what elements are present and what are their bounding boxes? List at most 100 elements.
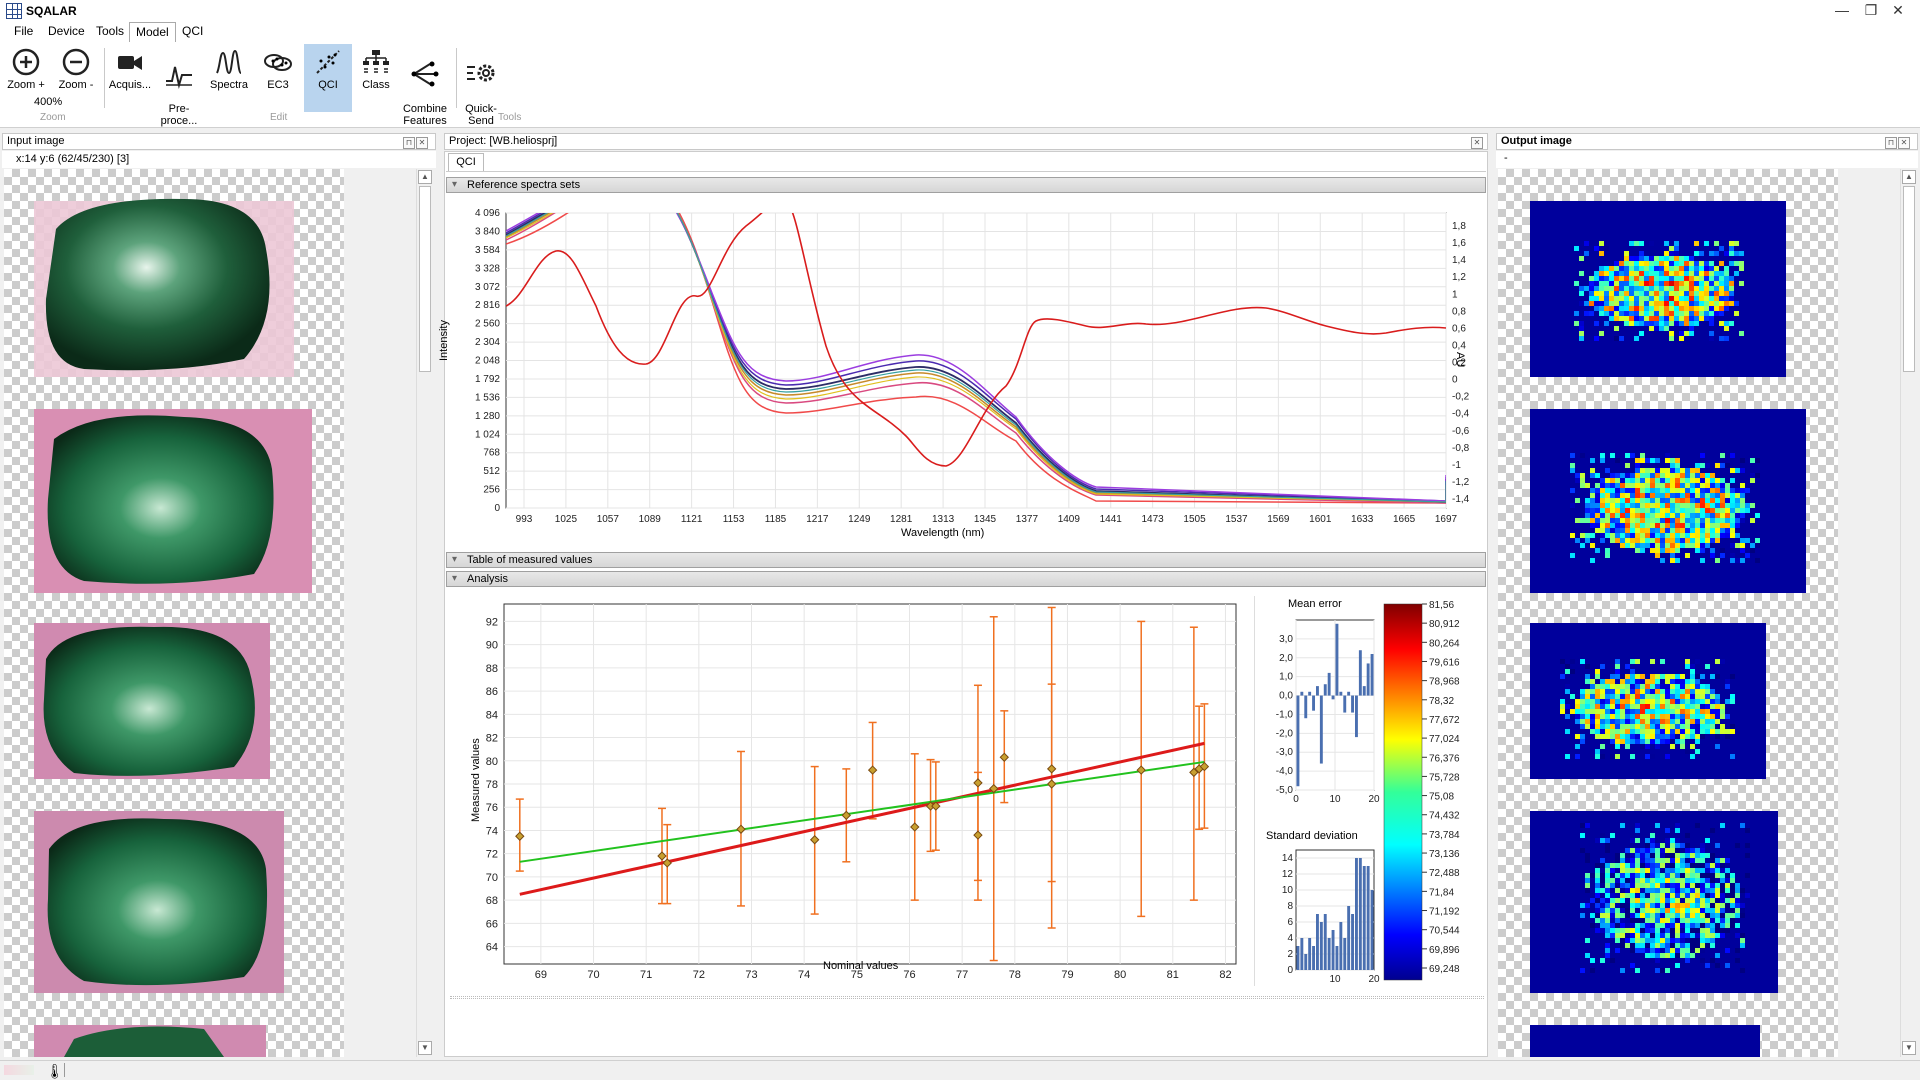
std-dev-chart[interactable]: 1412108642010 20 <box>1256 844 1382 984</box>
heatmap-cell <box>1660 863 1665 868</box>
spectra-y2tick: 0,8 <box>1452 306 1466 317</box>
close-icon[interactable]: ✕ <box>1898 137 1910 149</box>
heatmap-cell <box>1655 679 1660 684</box>
menu-device[interactable]: Device <box>42 22 91 42</box>
heatmap-cell <box>1710 943 1715 948</box>
tree-icon <box>363 50 389 73</box>
heatmap-cell <box>1710 729 1715 734</box>
heatmap-cell <box>1585 938 1590 943</box>
heatmap-cell <box>1700 729 1705 734</box>
heatmap-cell <box>1670 888 1675 893</box>
heatmap-cell <box>1625 679 1630 684</box>
scale-label: 77,024 <box>1429 734 1460 745</box>
heatmap-cell <box>1600 453 1605 458</box>
mean-ytick: -2,0 <box>1276 728 1294 739</box>
heatmap-cell <box>1720 913 1725 918</box>
heatmap-cell <box>1605 933 1610 938</box>
heatmap-cell <box>1660 913 1665 918</box>
class-button[interactable]: Class <box>354 44 398 112</box>
pin-icon[interactable]: ⊓ <box>1885 137 1897 149</box>
menu-file[interactable]: File <box>8 22 39 42</box>
scroll-up-icon[interactable]: ▲ <box>1902 170 1916 184</box>
ec3-button[interactable]: EC3 <box>256 44 300 112</box>
spectra-y2tick: 0,6 <box>1452 323 1466 334</box>
spectra-button[interactable]: Spectra <box>206 44 252 112</box>
output-scroll-thumb[interactable] <box>1903 186 1915 372</box>
heatmap-cell <box>1659 316 1664 321</box>
heatmap-cell <box>1660 684 1665 689</box>
qci-button[interactable]: QCI <box>304 44 352 112</box>
heatmap-cell <box>1660 518 1665 523</box>
heatmap-cell <box>1730 533 1735 538</box>
combine-features-button[interactable]: Combine Features <box>400 44 450 127</box>
heatmap-cell <box>1600 699 1605 704</box>
heatmap-cell <box>1615 903 1620 908</box>
spectra-xtick: 1089 <box>639 514 662 525</box>
heatmap-cell <box>1750 543 1755 548</box>
heatmap-cell <box>1670 679 1675 684</box>
heatmap-cell <box>1660 729 1665 734</box>
quick-send-button[interactable]: Quick- Send <box>460 44 502 127</box>
tab-underline <box>446 171 1486 172</box>
heatmap-cell <box>1635 674 1640 679</box>
input-scroll-thumb[interactable] <box>419 186 431 372</box>
heatmap-cell <box>1610 674 1615 679</box>
heatmap-cell <box>1704 291 1709 296</box>
heatmap-cell <box>1619 311 1624 316</box>
input-image-view[interactable] <box>4 169 344 1057</box>
heatmap-cell <box>1595 714 1600 719</box>
heatmap-cell <box>1625 853 1630 858</box>
heatmap-cell <box>1590 558 1595 563</box>
close-button[interactable]: ✕ <box>1878 0 1918 22</box>
section-reference-spectra[interactable]: Reference spectra sets <box>446 177 1486 193</box>
heatmap-cell <box>1604 291 1609 296</box>
preprocessing-button[interactable]: Pre- proce... <box>156 44 202 127</box>
splitter[interactable] <box>450 996 1484 999</box>
heatmap-cell <box>1619 266 1624 271</box>
heatmap-cell <box>1650 483 1655 488</box>
mean-error-title: Mean error <box>1288 598 1342 610</box>
measured-vs-nominal-chart[interactable]: 69 70 71 72 73 74 75 76 77 78 79 80 81 82646668707274… <box>446 592 1254 986</box>
close-icon[interactable]: ✕ <box>1471 137 1483 149</box>
heatmap-cell <box>1660 873 1665 878</box>
menu-qci[interactable]: QCI <box>176 22 209 42</box>
heatmap-cell <box>1645 938 1650 943</box>
heatmap-cell <box>1679 291 1684 296</box>
heatmap-cell <box>1705 473 1710 478</box>
output-image-view[interactable] <box>1498 169 1838 1057</box>
pin-icon[interactable]: ⊓ <box>403 137 415 149</box>
heatmap-cell <box>1600 858 1605 863</box>
close-icon[interactable]: ✕ <box>416 137 428 149</box>
spectra-xtick: 1601 <box>1309 514 1332 525</box>
heatmap-cell <box>1730 873 1735 878</box>
heatmap-cell <box>1645 473 1650 478</box>
mean-error-chart[interactable]: 3,02,01,00,0-1,0-2,0-3,0-4,0-5,00 10 20 <box>1256 612 1382 812</box>
heatmap-cell <box>1639 301 1644 306</box>
heatmap-cell <box>1715 659 1720 664</box>
heatmap-cell <box>1660 674 1665 679</box>
zoom-out-button[interactable]: Zoom - <box>54 44 98 112</box>
menu-model[interactable]: Model <box>129 22 176 42</box>
spectra-chart[interactable]: 993 1025 1057 1089 1121 1153 1185 1217 1249 1281 1… <box>446 196 1486 546</box>
section-analysis[interactable]: Analysis <box>446 571 1486 587</box>
menu-tools[interactable]: Tools <box>90 22 130 42</box>
section-table-measured[interactable]: Table of measured values <box>446 552 1486 568</box>
heatmap-cell <box>1660 724 1665 729</box>
heatmap-cell <box>1675 873 1680 878</box>
scroll-down-icon[interactable]: ▼ <box>418 1041 432 1055</box>
tab-qci[interactable]: QCI <box>448 153 484 171</box>
scroll-down-icon[interactable]: ▼ <box>1902 1041 1916 1055</box>
scroll-up-icon[interactable]: ▲ <box>418 170 432 184</box>
heatmap-cell <box>1735 898 1740 903</box>
heatmap-cell <box>1715 938 1720 943</box>
heatmap-cell <box>1639 276 1644 281</box>
acquisition-button[interactable]: Acquis... <box>106 44 154 112</box>
heatmap-cell <box>1620 729 1625 734</box>
heatmap-cell <box>1604 306 1609 311</box>
heatmap-cell <box>1620 903 1625 908</box>
heatmap-cell <box>1705 533 1710 538</box>
heatmap-cell <box>1625 493 1630 498</box>
heatmap-cell <box>1580 699 1585 704</box>
heatmap-cell <box>1640 518 1645 523</box>
heatmap-cell <box>1694 241 1699 246</box>
